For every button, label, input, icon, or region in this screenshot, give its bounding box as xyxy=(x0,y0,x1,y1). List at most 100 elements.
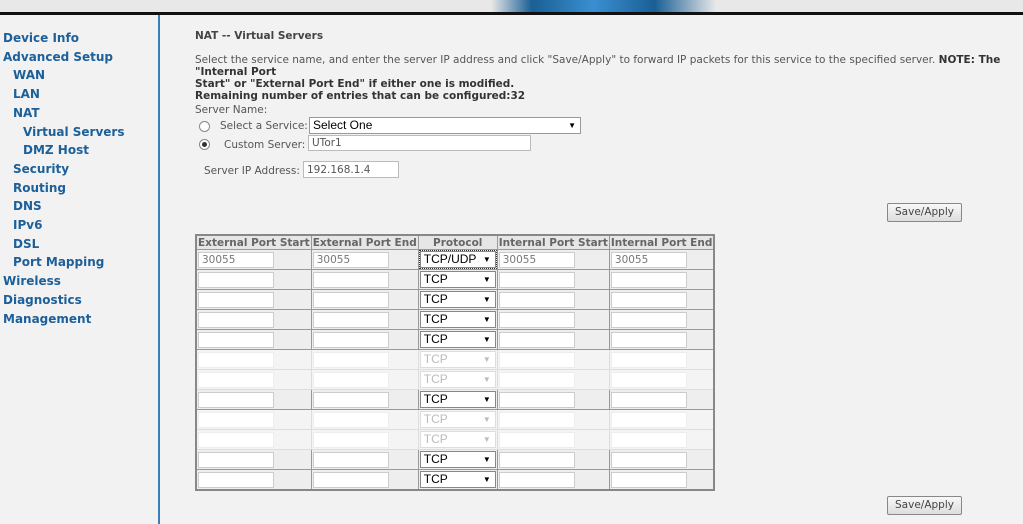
ext-start-input[interactable] xyxy=(198,311,274,328)
table-cell xyxy=(310,289,419,310)
protocol-select[interactable]: TCP ▼ xyxy=(419,371,496,388)
sidebar-item-wan[interactable]: WAN xyxy=(13,68,45,82)
save-apply-button-bottom[interactable]: Save/Apply xyxy=(887,496,962,515)
int-end-input[interactable] xyxy=(610,311,687,328)
table-cell xyxy=(195,349,312,370)
int-start-input[interactable] xyxy=(498,371,575,388)
sidebar-item-dmz-host[interactable]: DMZ Host xyxy=(23,143,89,157)
table-row: TCP ▼ xyxy=(195,289,715,310)
chevron-down-icon: ▼ xyxy=(482,335,491,344)
protocol-select[interactable]: TCP ▼ xyxy=(419,351,496,368)
int-start-input[interactable] xyxy=(498,291,575,308)
int-start-input[interactable] xyxy=(498,351,575,368)
custom-server-radio[interactable] xyxy=(199,139,210,150)
ext-end-input[interactable] xyxy=(312,411,389,428)
int-end-input[interactable] xyxy=(610,291,687,308)
ext-end-input[interactable] xyxy=(312,451,389,468)
sidebar-item-nat[interactable]: NAT xyxy=(13,106,40,120)
ext-start-input[interactable] xyxy=(198,371,274,388)
sidebar-item-ipv6[interactable]: IPv6 xyxy=(13,218,42,232)
protocol-value: TCP xyxy=(423,412,448,426)
select-service-radio[interactable] xyxy=(199,121,210,132)
sidebar-item-port-mapping[interactable]: Port Mapping xyxy=(13,255,104,269)
protocol-value: TCP xyxy=(423,352,448,366)
ext-start-input[interactable] xyxy=(198,291,274,308)
int-end-input[interactable] xyxy=(610,251,687,268)
int-end-input[interactable] xyxy=(610,331,687,348)
int-start-input[interactable] xyxy=(498,451,575,468)
int-start-input[interactable] xyxy=(498,471,575,488)
int-start-input[interactable] xyxy=(498,271,575,288)
int-end-input[interactable] xyxy=(610,351,687,368)
sidebar-item-diagnostics[interactable]: Diagnostics xyxy=(3,293,82,307)
ext-start-input[interactable] xyxy=(198,451,274,468)
chevron-down-icon: ▼ xyxy=(482,275,491,284)
int-end-input[interactable] xyxy=(610,451,687,468)
ext-end-input[interactable] xyxy=(312,371,389,388)
save-apply-button-top[interactable]: Save/Apply xyxy=(887,203,962,222)
protocol-select[interactable]: TCP/UDP ▼ xyxy=(418,250,497,269)
ext-end-input[interactable] xyxy=(312,271,389,288)
table-cell xyxy=(195,449,312,470)
int-end-input[interactable] xyxy=(610,471,687,488)
table-cell xyxy=(310,269,419,290)
sidebar-item-virtual-servers[interactable]: Virtual Servers xyxy=(23,125,125,139)
table-cell xyxy=(496,449,610,470)
int-end-input[interactable] xyxy=(610,391,687,408)
sidebar-item-management[interactable]: Management xyxy=(3,312,91,326)
int-end-input[interactable] xyxy=(610,371,687,388)
sidebar-item-dns[interactable]: DNS xyxy=(13,199,42,213)
custom-server-input[interactable] xyxy=(308,135,531,151)
sidebar-item-dsl[interactable]: DSL xyxy=(13,237,39,251)
sidebar-item-advanced-setup[interactable]: Advanced Setup xyxy=(3,50,113,64)
table-cell xyxy=(310,429,419,450)
int-start-input[interactable] xyxy=(498,391,575,408)
protocol-select[interactable]: TCP ▼ xyxy=(419,331,496,348)
int-start-input[interactable] xyxy=(498,431,575,448)
protocol-select[interactable]: TCP ▼ xyxy=(419,411,496,428)
int-start-input[interactable] xyxy=(498,331,575,348)
protocol-select[interactable]: TCP ▼ xyxy=(419,451,496,468)
sidebar-item-security[interactable]: Security xyxy=(13,162,69,176)
ext-end-input[interactable] xyxy=(312,431,389,448)
int-end-input[interactable] xyxy=(610,411,687,428)
ext-end-input[interactable] xyxy=(312,251,389,268)
sidebar-item-wireless[interactable]: Wireless xyxy=(3,274,61,288)
int-end-input[interactable] xyxy=(610,271,687,288)
ext-start-input[interactable] xyxy=(198,431,274,448)
ext-start-input[interactable] xyxy=(198,271,274,288)
ext-end-input[interactable] xyxy=(312,351,389,368)
ext-end-input[interactable] xyxy=(312,391,389,408)
ext-end-input[interactable] xyxy=(312,291,389,308)
protocol-select[interactable]: TCP ▼ xyxy=(419,391,496,408)
protocol-select[interactable]: TCP ▼ xyxy=(419,291,496,308)
int-end-input[interactable] xyxy=(610,431,687,448)
table-row: TCP ▼ xyxy=(195,429,715,450)
int-start-input[interactable] xyxy=(498,311,575,328)
server-ip-input[interactable] xyxy=(303,161,399,178)
table-row: TCP/UDP ▼ xyxy=(195,249,715,270)
table-cell xyxy=(496,409,610,430)
protocol-select[interactable]: TCP ▼ xyxy=(419,271,496,288)
ext-end-input[interactable] xyxy=(312,311,389,328)
int-start-input[interactable] xyxy=(498,411,575,428)
ext-start-input[interactable] xyxy=(198,471,274,488)
table-cell xyxy=(608,349,715,370)
sidebar-item-device-info[interactable]: Device Info xyxy=(3,31,79,45)
ext-start-input[interactable] xyxy=(198,331,274,348)
ext-start-input[interactable] xyxy=(198,411,274,428)
protocol-value: TCP xyxy=(423,392,448,406)
protocol-select[interactable]: TCP ▼ xyxy=(419,431,496,448)
ext-end-input[interactable] xyxy=(312,331,389,348)
sidebar-item-routing[interactable]: Routing xyxy=(13,181,66,195)
table-cell xyxy=(195,289,312,310)
ext-start-input[interactable] xyxy=(198,391,274,408)
ext-start-input[interactable] xyxy=(198,251,274,268)
service-select[interactable]: Select One ▼ xyxy=(309,117,581,134)
int-start-input[interactable] xyxy=(498,251,575,268)
protocol-select[interactable]: TCP ▼ xyxy=(419,311,496,328)
sidebar-item-lan[interactable]: LAN xyxy=(13,87,40,101)
ext-start-input[interactable] xyxy=(198,351,274,368)
ext-end-input[interactable] xyxy=(312,471,389,488)
protocol-select[interactable]: TCP ▼ xyxy=(419,471,496,488)
